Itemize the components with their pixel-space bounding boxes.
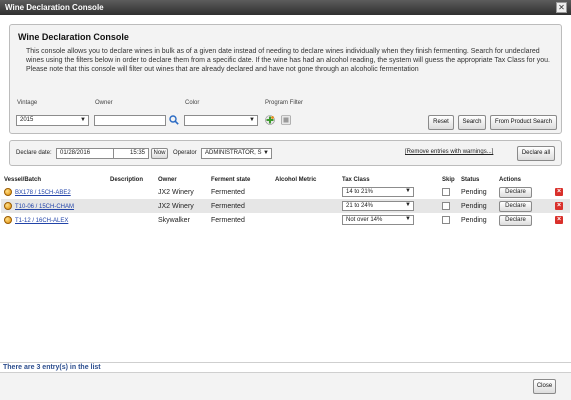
vessel-batch-link[interactable]: BX178 / 15CH-ABE2 (15, 190, 71, 196)
description-cell (107, 185, 155, 199)
console-description: This console allows you to declare wines… (26, 48, 550, 73)
vintage-label: Vintage (17, 100, 38, 106)
entry-count-text: There are 3 entry(s) in the list (3, 364, 101, 371)
close-button[interactable]: Close (533, 379, 556, 394)
owner-cell: JX2 Winery (155, 199, 208, 213)
description-cell (107, 213, 155, 227)
barrel-icon (4, 202, 12, 210)
column-header: Ferment state (211, 177, 251, 183)
ferment-state-cell: Fermented (211, 188, 245, 196)
reset-button[interactable]: Reset (428, 115, 454, 130)
from-product-search-button[interactable]: From Product Search (490, 115, 557, 130)
delete-icon[interactable]: × (555, 216, 563, 224)
owner-cell: JX2 Winery (158, 188, 194, 196)
operator-select[interactable]: ADMINISTRATOR, S ▼ (201, 148, 272, 159)
declare-panel: Declare date: 01/28/2016 15:35 Now Opera… (9, 140, 562, 166)
chevron-down-icon: ▼ (263, 150, 269, 156)
column-header: Vessel/Batch (4, 177, 42, 183)
tax-class-value: 14 to 21% (346, 189, 374, 195)
column-header: Description (110, 177, 144, 183)
alcohol-metric-cell (272, 213, 339, 227)
window-close-icon[interactable]: ✕ (556, 2, 567, 13)
column-header: Owner (158, 177, 177, 183)
tax-class-select[interactable]: 14 to 21% ▼ (342, 187, 414, 197)
operator-label: Operator (173, 150, 197, 156)
entry-count-bar: There are 3 entry(s) in the list (0, 362, 571, 372)
delete-icon[interactable]: × (555, 202, 563, 210)
program-add-icon[interactable] (265, 115, 275, 125)
status-cell: Pending (461, 188, 487, 196)
skip-checkbox[interactable] (442, 216, 450, 224)
table-row: T1-12 / 16CH-ALEX Skywalker Fermented No… (1, 213, 570, 227)
color-select[interactable]: ▼ (184, 115, 258, 126)
tax-class-select[interactable]: Not over 14% ▼ (342, 215, 414, 225)
window-titlebar: Wine Declaration Console ✕ (0, 0, 571, 15)
column-header: Skip (442, 177, 455, 183)
owner-label: Owner (95, 100, 113, 106)
ferment-state-cell: Fermented (211, 216, 245, 224)
declare-time-input[interactable]: 15:35 (113, 148, 149, 159)
vintage-select[interactable]: 2015 ▼ (16, 115, 89, 126)
status-cell: Pending (458, 199, 496, 213)
ferment-state-cell: Fermented (208, 199, 272, 213)
chevron-down-icon: ▼ (405, 188, 411, 194)
search-icon[interactable] (169, 115, 179, 125)
remove-warnings-link[interactable]: [Remove entries with warnings...] (405, 149, 493, 155)
delete-icon[interactable]: × (555, 188, 563, 196)
now-button[interactable]: Now (151, 148, 168, 159)
column-header: Alcohol Metric (275, 177, 317, 183)
owner-input[interactable] (94, 115, 166, 126)
skip-checkbox[interactable] (442, 188, 450, 196)
chevron-down-icon: ▼ (405, 202, 411, 208)
declare-button[interactable]: Declare (499, 200, 532, 212)
dialog-footer: Close (0, 372, 571, 400)
barrel-icon (4, 188, 12, 196)
chevron-down-icon: ▼ (80, 117, 86, 123)
window-title: Wine Declaration Console (5, 3, 104, 12)
description-cell (107, 199, 155, 213)
declare-date-label: Declare date: (16, 150, 52, 156)
program-clear-icon[interactable] (281, 115, 291, 125)
column-header: Tax Class (342, 177, 370, 183)
vessel-batch-link[interactable]: T1-12 / 16CH-ALEX (15, 218, 68, 224)
skip-checkbox[interactable] (442, 202, 450, 210)
console-heading: Wine Declaration Console (18, 32, 129, 42)
declare-button[interactable]: Declare (499, 214, 532, 226)
tax-class-select[interactable]: 21 to 24% ▼ (342, 201, 414, 211)
column-header: Actions (499, 177, 522, 183)
vessel-batch-link[interactable]: T10-06 / 15CH-CHAM (15, 204, 74, 210)
alcohol-metric-cell (272, 199, 339, 213)
chevron-down-icon: ▼ (249, 117, 255, 123)
barrel-icon (4, 216, 12, 224)
table-row: T10-06 / 15CH-CHAM JX2 Winery Fermented … (1, 199, 570, 213)
tax-class-value: Not over 14% (346, 217, 383, 223)
declare-all-button[interactable]: Declare all (517, 146, 555, 161)
operator-value: ADMINISTRATOR, S (205, 150, 262, 156)
alcohol-metric-cell (272, 185, 339, 199)
status-cell: Pending (461, 216, 487, 224)
chevron-down-icon: ▼ (405, 216, 411, 222)
table-header-row: Vessel/Batch Description Owner Ferment s… (1, 175, 570, 185)
color-label: Color (185, 100, 200, 106)
vintage-value: 2015 (20, 117, 34, 123)
column-header: Status (461, 177, 480, 183)
declare-date-input[interactable]: 01/28/2016 (56, 148, 120, 159)
declare-button[interactable]: Declare (499, 186, 532, 198)
search-button[interactable]: Search (458, 115, 486, 130)
owner-cell: Skywalker (158, 216, 190, 224)
table-row: BX178 / 15CH-ABE2 JX2 Winery Fermented 1… (1, 185, 570, 199)
program-filter-label: Program Filter (265, 100, 304, 106)
tax-class-value: 21 to 24% (346, 203, 374, 209)
wine-table: Vessel/Batch Description Owner Ferment s… (1, 175, 570, 227)
